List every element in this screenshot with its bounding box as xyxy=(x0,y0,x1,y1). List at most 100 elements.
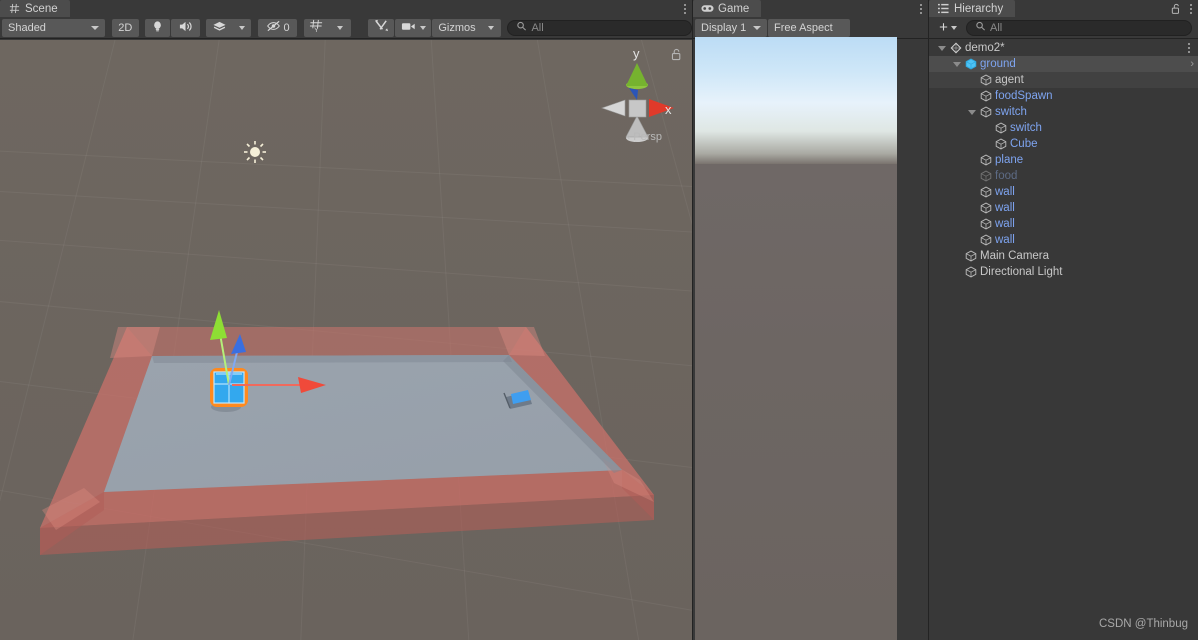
scene-kebab-menu-icon[interactable] xyxy=(678,0,692,17)
hierarchy-item-foodspawn[interactable]: foodSpawn xyxy=(929,88,1198,104)
hierarchy-lock-icon[interactable] xyxy=(1168,0,1184,17)
hidden-objects-count: 0 xyxy=(283,21,290,34)
hierarchy-item-switch[interactable]: switch xyxy=(929,104,1198,120)
game-tabbar: Game xyxy=(693,0,928,17)
hierarchy-item-food[interactable]: food xyxy=(929,168,1198,184)
hierarchy-item-wall[interactable]: wall xyxy=(929,216,1198,232)
game-display-dropdown[interactable]: Display 1 xyxy=(695,18,767,37)
hierarchy-item-switch[interactable]: switch xyxy=(929,120,1198,136)
hierarchy-kebab-menu-icon[interactable] xyxy=(1184,0,1198,17)
hierarchy-item-ground[interactable]: ground › xyxy=(929,56,1198,72)
hierarchy-item-label: Cube xyxy=(1010,138,1038,150)
tab-hierarchy-label: Hierarchy xyxy=(954,2,1004,15)
hierarchy-item-agent[interactable]: agent xyxy=(929,72,1198,88)
hierarchy-tabbar-fill xyxy=(1015,0,1168,17)
hierarchy-item-label: food xyxy=(995,170,1018,182)
hierarchy-toolbar: + All xyxy=(929,17,1198,39)
hierarchy-panel: Hierarchy + All demo2* ground › agent foodSp… xyxy=(929,0,1198,640)
svg-text:x: x xyxy=(665,102,672,117)
hierarchy-item-plane[interactable]: plane xyxy=(929,152,1198,168)
scene-fx-toggle[interactable] xyxy=(206,18,233,37)
scene-search-placeholder: All xyxy=(531,21,544,34)
chevron-down-icon xyxy=(488,25,495,30)
svg-text:y: y xyxy=(633,46,640,61)
tab-hierarchy[interactable]: Hierarchy xyxy=(929,0,1016,17)
game-aspect-label: Free Aspect xyxy=(774,21,833,34)
scene-panel: Scene Shaded 2D 0 Y Gizmos All x y ‹ Per… xyxy=(0,0,692,640)
game-kebab-menu-icon[interactable] xyxy=(914,0,928,17)
scene-camera-settings-button[interactable] xyxy=(395,18,432,37)
open-prefab-arrow-icon[interactable]: › xyxy=(1190,58,1194,70)
scene-audio-toggle[interactable] xyxy=(171,18,200,37)
hierarchy-search-placeholder: All xyxy=(990,21,1003,34)
tab-scene[interactable]: Scene xyxy=(0,0,70,17)
hierarchy-tree[interactable]: demo2* ground › agent foodSpawn switch switch C… xyxy=(929,40,1198,640)
scene-projection-label: ‹ Persp xyxy=(627,131,662,143)
gizmos-toggle[interactable]: Gizmos xyxy=(432,18,482,37)
hierarchy-item-label: wall xyxy=(995,234,1015,246)
hierarchy-item-demo2-[interactable]: demo2* xyxy=(929,40,1198,56)
tools-icon xyxy=(374,19,389,36)
scene-viewport[interactable]: x y ‹ Persp xyxy=(0,40,692,640)
unity-scene-icon xyxy=(948,42,963,54)
search-icon xyxy=(975,21,986,35)
scene-grid-dropdown[interactable] xyxy=(329,18,351,37)
scene-grid-toggle[interactable]: Y xyxy=(303,18,330,37)
search-icon xyxy=(516,21,527,35)
gizmos-label: Gizmos xyxy=(438,21,476,34)
chevron-down-icon xyxy=(238,25,245,30)
hierarchy-item-main-camera[interactable]: Main Camera xyxy=(929,248,1198,264)
gameobject-cube-icon xyxy=(993,138,1008,150)
scene-hidden-objects-toggle[interactable]: 0 xyxy=(257,18,298,37)
scene-fx-dropdown[interactable] xyxy=(232,18,252,37)
foldout-expanded-icon[interactable] xyxy=(935,45,948,51)
game-aspect-dropdown[interactable]: Free Aspect xyxy=(768,18,850,37)
hierarchy-item-wall[interactable]: wall xyxy=(929,200,1198,216)
draw-mode-dropdown[interactable]: Shaded xyxy=(2,18,106,37)
gameobject-cube-icon xyxy=(978,106,993,118)
grid-hash-icon xyxy=(8,3,21,14)
hierarchy-search-input[interactable]: All xyxy=(966,19,1192,36)
eye-off-icon xyxy=(266,20,281,35)
scene-lighting-toggle[interactable] xyxy=(145,18,171,37)
gizmos-dropdown[interactable] xyxy=(481,18,501,37)
speaker-icon xyxy=(178,20,193,36)
scene-2d-toggle[interactable]: 2D xyxy=(111,18,139,37)
tab-game-label: Game xyxy=(718,2,750,15)
game-viewport[interactable] xyxy=(695,37,897,640)
grid-snap-icon: Y xyxy=(309,19,324,36)
hierarchy-item-label: Main Camera xyxy=(980,250,1050,262)
gameobject-cube-icon xyxy=(978,170,993,182)
scene-gizmo-lock-icon[interactable] xyxy=(671,48,682,64)
gameobject-cube-icon xyxy=(963,250,978,262)
scene-toolbar: Shaded 2D 0 Y Gizmos All xyxy=(0,17,692,39)
lightbulb-icon xyxy=(151,20,164,36)
directional-light-icon xyxy=(244,141,266,163)
hierarchy-tabbar: Hierarchy xyxy=(929,0,1198,17)
hierarchy-item-wall[interactable]: wall xyxy=(929,184,1198,200)
watermark: CSDN @Thinbug xyxy=(1098,618,1188,630)
hierarchy-list-icon xyxy=(937,3,950,14)
hierarchy-item-directional-light[interactable]: Directional Light xyxy=(929,264,1198,280)
hierarchy-item-wall[interactable]: wall xyxy=(929,232,1198,248)
scene-search-input[interactable]: All xyxy=(507,19,692,36)
foldout-expanded-icon[interactable] xyxy=(950,61,963,67)
gameobject-cube-icon xyxy=(978,234,993,246)
hierarchy-item-label: wall xyxy=(995,186,1015,198)
hierarchy-scene-kebab-menu-icon[interactable] xyxy=(1182,40,1196,56)
gameobject-cube-icon xyxy=(978,74,993,86)
gamepad-icon xyxy=(701,3,714,14)
hierarchy-item-label: plane xyxy=(995,154,1024,166)
chevron-down-icon xyxy=(337,25,344,30)
hierarchy-item-label: demo2* xyxy=(965,42,1005,54)
scene-tabbar: Scene xyxy=(0,0,692,17)
chevron-down-icon xyxy=(950,25,957,30)
prefab-cube-icon xyxy=(963,58,978,70)
gameobject-cube-icon xyxy=(978,154,993,166)
tab-game[interactable]: Game xyxy=(693,0,762,17)
hierarchy-item-cube[interactable]: Cube xyxy=(929,136,1198,152)
hierarchy-item-label: switch xyxy=(1010,122,1042,134)
scene-tools-button[interactable] xyxy=(368,18,395,37)
foldout-expanded-icon[interactable] xyxy=(965,109,978,115)
hierarchy-add-button[interactable]: + xyxy=(931,19,965,37)
